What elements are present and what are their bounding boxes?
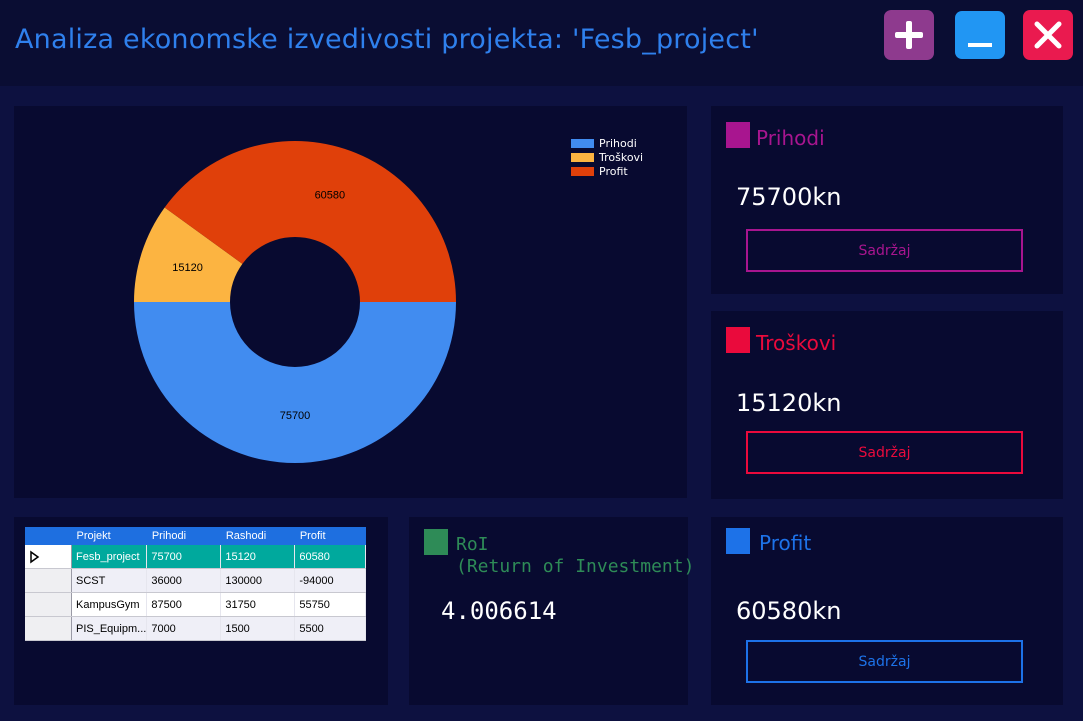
legend-label: Troškovi — [599, 150, 644, 164]
troskovi-swatch — [726, 327, 750, 353]
prihodi-label: Prihodi — [756, 126, 825, 150]
table-cell[interactable]: 75700 — [146, 545, 222, 569]
profit-swatch — [726, 528, 750, 554]
table-cell[interactable]: 15120 — [220, 545, 296, 569]
legend-swatch — [571, 166, 594, 176]
table-cell[interactable]: 87500 — [146, 592, 222, 617]
projects-grid-panel: Projekt Prihodi Rashodi Profit Fesb_proj… — [14, 517, 388, 705]
roi-label: RoI — [456, 534, 489, 555]
slice-value-label: 60580 — [315, 190, 346, 202]
profit-label: Profit — [759, 531, 812, 555]
troskovi-label: Troškovi — [756, 331, 837, 355]
row-header[interactable] — [25, 592, 72, 617]
close-icon — [1034, 21, 1062, 49]
table-cell[interactable]: 36000 — [146, 568, 222, 593]
row-header[interactable] — [25, 568, 72, 593]
column-header[interactable]: Rashodi — [220, 527, 295, 545]
legend-item-prihodi: Prihodi — [571, 136, 643, 150]
table-cell[interactable]: 60580 — [294, 545, 367, 569]
row-header[interactable] — [25, 616, 72, 641]
column-header[interactable]: Profit — [294, 527, 366, 545]
table-cell[interactable]: 1500 — [220, 616, 296, 641]
roi-swatch — [424, 529, 448, 555]
window-title: Analiza ekonomske izvedivosti projekta: … — [15, 24, 759, 55]
slice-value-label: 15120 — [172, 262, 203, 274]
column-header[interactable]: Projekt — [71, 527, 147, 545]
roi-value: 4.006614 — [441, 597, 557, 625]
column-header[interactable]: Prihodi — [146, 527, 221, 545]
minimize-icon — [968, 43, 992, 47]
row-pointer-icon — [30, 550, 40, 563]
prihodi-card: Prihodi 75700kn Sadržaj — [711, 106, 1063, 294]
minimize-button[interactable] — [955, 11, 1005, 59]
table-cell[interactable]: Fesb_project — [71, 545, 148, 569]
table-header-row: Projekt Prihodi Rashodi Profit — [25, 527, 366, 545]
prihodi-swatch — [726, 122, 750, 148]
table-cell[interactable]: PIS_Equipm... — [71, 616, 148, 641]
chart-legend: Prihodi Troškovi Profit — [571, 136, 643, 178]
table-row[interactable]: PIS_Equipm... 7000 1500 5500 — [25, 616, 367, 641]
table-row[interactable]: SCST 36000 130000 -94000 — [25, 568, 367, 593]
table-cell[interactable]: KampusGym — [71, 592, 148, 617]
troskovi-value: 15120kn — [736, 389, 842, 417]
roi-sublabel: (Return of Investment) — [456, 556, 695, 577]
legend-swatch — [571, 138, 594, 148]
table-cell[interactable]: 31750 — [220, 592, 296, 617]
table-row[interactable]: Fesb_project 75700 15120 60580 — [25, 545, 367, 569]
title-bar: Analiza ekonomske izvedivosti projekta: … — [0, 0, 1083, 86]
slice-value-label: 75700 — [280, 410, 311, 422]
troskovi-sadrzaj-button[interactable]: Sadržaj — [746, 431, 1023, 474]
projects-table[interactable]: Projekt Prihodi Rashodi Profit Fesb_proj… — [25, 527, 367, 641]
prihodi-value: 75700kn — [736, 183, 842, 211]
prihodi-sadrzaj-button[interactable]: Sadržaj — [746, 229, 1023, 272]
add-button[interactable] — [884, 10, 934, 60]
table-cell[interactable]: 7000 — [146, 616, 222, 641]
legend-label: Prihodi — [599, 136, 637, 150]
plus-icon — [895, 21, 923, 49]
roi-panel: RoI (Return of Investment) 4.006614 — [409, 517, 694, 705]
profit-card: Profit 60580kn Sadržaj — [711, 517, 1063, 705]
troskovi-card: Troškovi 15120kn Sadržaj — [711, 311, 1063, 499]
row-header-corner — [25, 527, 72, 545]
row-header[interactable] — [25, 545, 72, 569]
legend-item-profit: Profit — [571, 164, 643, 178]
table-cell[interactable]: 55750 — [294, 592, 367, 617]
legend-swatch — [571, 152, 594, 162]
legend-item-troskovi: Troškovi — [571, 150, 643, 164]
table-row[interactable]: KampusGym 87500 31750 55750 — [25, 592, 367, 617]
close-button[interactable] — [1023, 10, 1073, 60]
slice-prihodi — [134, 302, 456, 463]
chart-panel: 75700 15120 60580 Prihodi Troškovi Profit — [14, 106, 687, 498]
table-cell[interactable]: 5500 — [294, 616, 367, 641]
profit-sadrzaj-button[interactable]: Sadržaj — [746, 640, 1023, 683]
table-cell[interactable]: 130000 — [220, 568, 296, 593]
profit-value: 60580kn — [736, 597, 842, 625]
table-cell[interactable]: -94000 — [294, 568, 367, 593]
legend-label: Profit — [599, 164, 628, 178]
table-cell[interactable]: SCST — [71, 568, 148, 593]
